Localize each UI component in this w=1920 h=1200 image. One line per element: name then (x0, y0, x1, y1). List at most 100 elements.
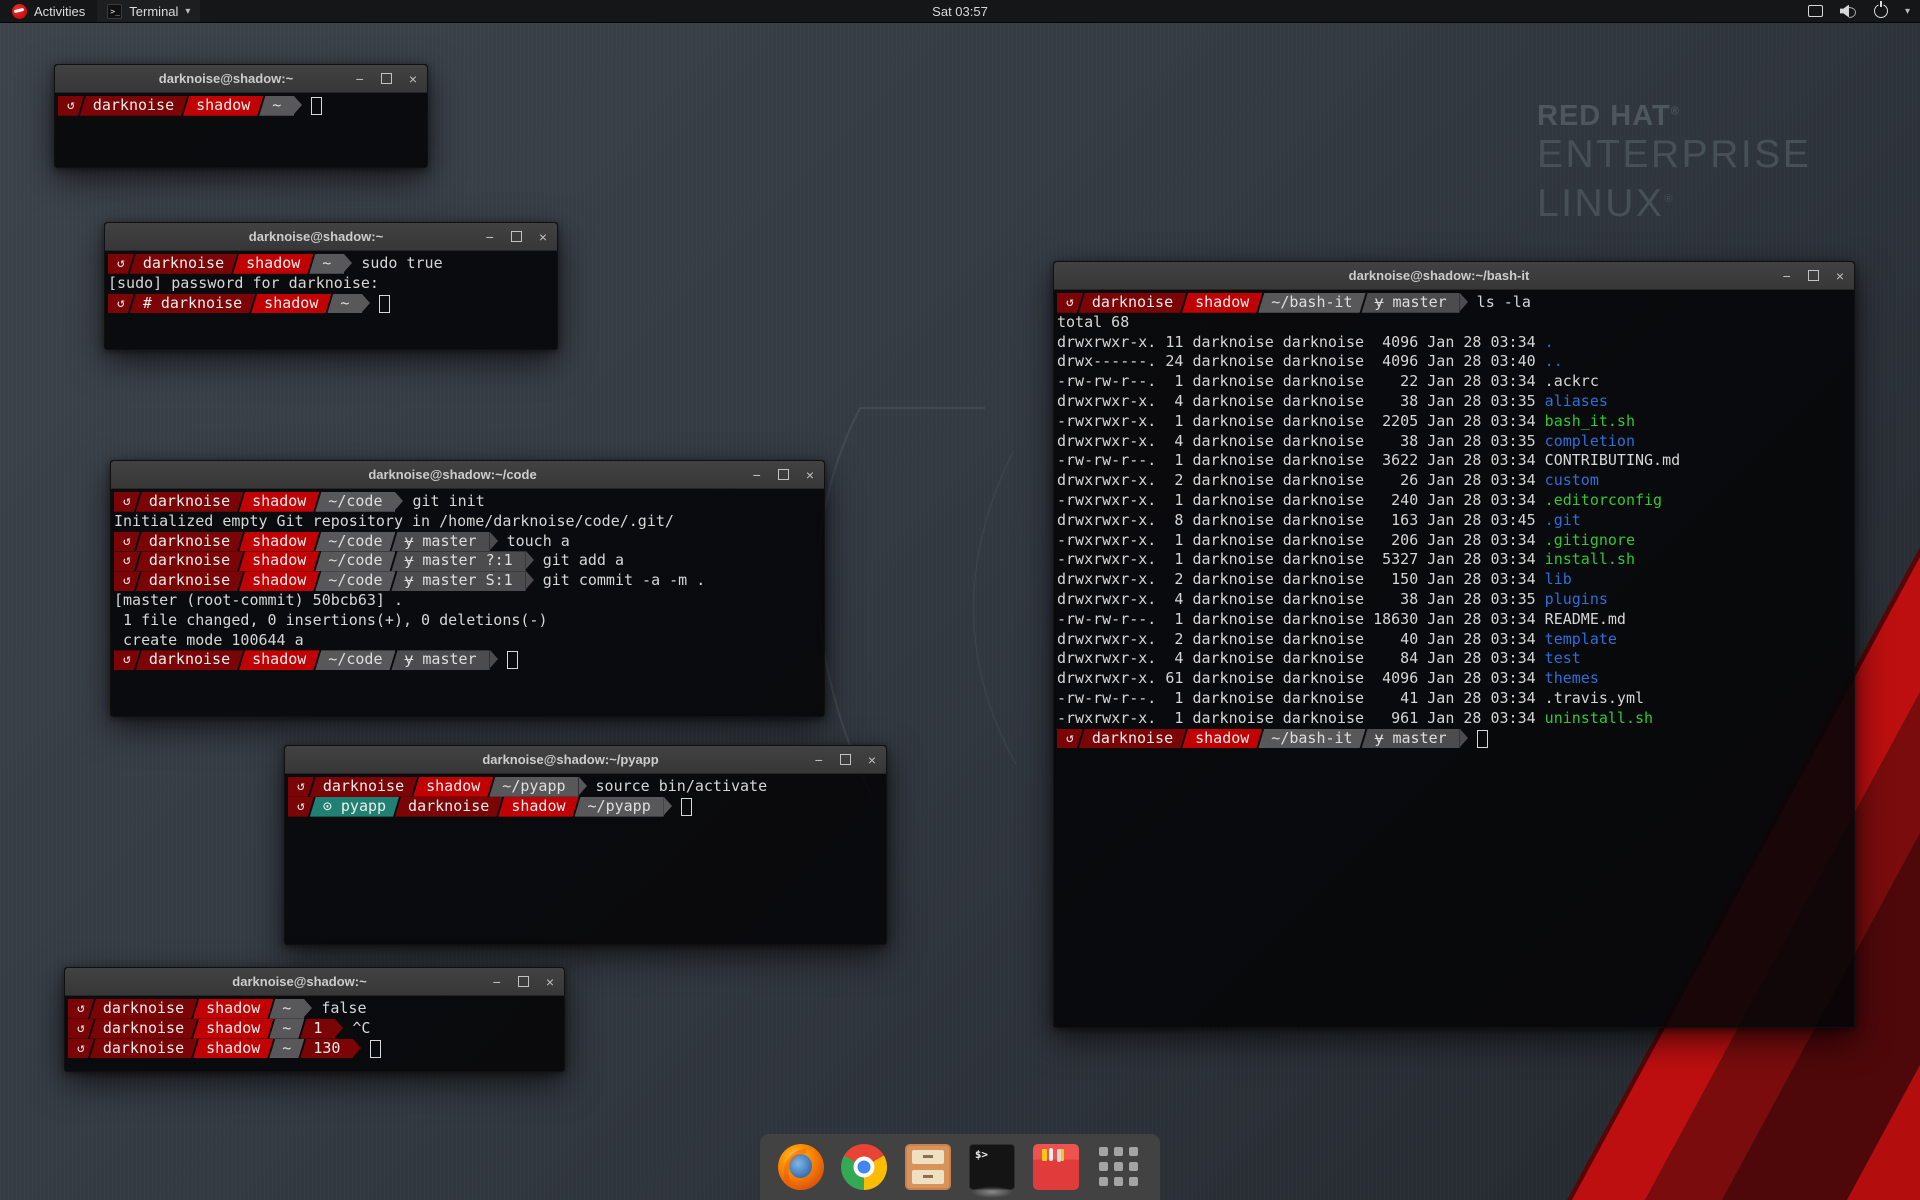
output-text: -rwxrwxr-x. 1 darknoise darknoise 206 Ja… (1057, 531, 1545, 549)
app-menu-terminal[interactable]: >_ Terminal ▾ (97, 0, 200, 22)
close-button[interactable]: × (868, 753, 876, 767)
minimize-button[interactable]: − (1783, 269, 1791, 283)
command-text: ls -la (1477, 293, 1531, 311)
prompt-segment-venv: ⊙ pyapp (310, 797, 399, 817)
terminal-line: -rwxrwxr-x. 1 darknoise darknoise 206 Ja… (1057, 531, 1850, 551)
powerline-arrow (490, 532, 498, 550)
terminal-line: -rw-rw-r--. 1 darknoise darknoise 22 Jan… (1057, 372, 1850, 392)
minimize-button[interactable]: − (753, 468, 761, 482)
prompt-segment-path: ~/code (315, 571, 395, 591)
powerline-arrow (526, 551, 534, 569)
output-text: drwxrwxr-x. 2 darknoise darknoise 150 Ja… (1057, 570, 1545, 588)
prompt-segment-host: shadow (498, 797, 578, 817)
window-terminal-bash-it[interactable]: darknoise@shadow:~/bash-it − × ↺darknois… (1053, 261, 1855, 1028)
window-terminal-pyapp[interactable]: darknoise@shadow:~/pyapp − × ↺darknoises… (284, 745, 887, 945)
file-manager-icon (905, 1144, 951, 1190)
window-terminal-home-1[interactable]: darknoise@shadow:~ − × ↺darknoiseshadow~ (54, 64, 428, 168)
window-title: darknoise@shadow:~ (115, 65, 337, 92)
terminal-content[interactable]: ↺darknoiseshadow~ (55, 93, 427, 116)
prompt-segment-user: darknoise (90, 1039, 197, 1059)
title-bar[interactable]: darknoise@shadow:~/pyapp − × (285, 746, 886, 774)
filename-dir: aliases (1545, 392, 1608, 410)
output-text: -rwxrwxr-x. 1 darknoise darknoise 240 Ja… (1057, 491, 1545, 509)
close-button[interactable]: × (546, 975, 554, 989)
minimize-button[interactable]: − (356, 72, 364, 86)
window-terminal-sudo[interactable]: darknoise@shadow:~ − × ↺darknoiseshadow~… (104, 222, 558, 350)
prompt-segment-path: ~/code (315, 551, 395, 571)
terminal-content[interactable]: ↺darknoiseshadow~/bash-itɏ masterls -lat… (1054, 290, 1854, 748)
dock-item-firefox[interactable] (778, 1144, 824, 1190)
activities-button[interactable]: Activities (0, 0, 97, 22)
wallpaper-arc (818, 408, 985, 802)
terminal-line: drwxrwxr-x. 2 darknoise darknoise 40 Jan… (1057, 630, 1850, 650)
maximize-button[interactable] (778, 469, 789, 480)
window-terminal-code[interactable]: darknoise@shadow:~/code − × ↺ darknoise sh… (110, 460, 825, 717)
maximize-button[interactable] (840, 754, 851, 765)
window-title: darknoise@shadow:~/code (171, 461, 734, 488)
screen-icon[interactable] (1808, 5, 1823, 17)
running-app-glow (971, 1186, 1013, 1198)
system-status-area[interactable]: ▾ (1808, 0, 1920, 22)
registered-mark: ® (1671, 105, 1680, 117)
terminal-content[interactable]: ↺darknoiseshadow~/pyappsource bin/activa… (285, 774, 886, 817)
title-bar[interactable]: darknoise@shadow:~/bash-it − × (1054, 262, 1854, 290)
maximize-button[interactable] (511, 231, 522, 242)
terminal-content[interactable]: ↺darknoiseshadow~sudo true[sudo] passwor… (105, 251, 557, 313)
window-terminal-home-2[interactable]: darknoise@shadow:~ − × ↺darknoiseshadow~… (64, 967, 565, 1072)
volume-icon[interactable] (1840, 5, 1857, 18)
terminal-line: -rwxrwxr-x. 1 darknoise darknoise 240 Ja… (1057, 491, 1850, 511)
filename-dir: themes (1545, 669, 1599, 687)
output-text: create mode 100644 a (114, 631, 304, 649)
output-text: [sudo] password for darknoise: (108, 274, 379, 292)
clock[interactable]: Sat 03:57 (0, 4, 1920, 19)
filename-dir: .. (1545, 352, 1563, 370)
close-button[interactable]: × (1836, 269, 1844, 283)
dock-item-terminal[interactable] (969, 1144, 1015, 1190)
title-bar[interactable]: darknoise@shadow:~ − × (65, 968, 564, 996)
prompt-segment-host: shadow (233, 254, 313, 274)
close-button[interactable]: × (539, 230, 547, 244)
filename-dir: completion (1545, 432, 1635, 450)
prompt-icon: ↺ (1057, 293, 1083, 313)
powerline-arrow (1460, 293, 1468, 311)
output-text: drwx------. 24 darknoise darknoise 4096 … (1057, 352, 1545, 370)
dock-item-app-grid[interactable] (1096, 1144, 1142, 1190)
prompt-icon: ↺ (114, 492, 140, 512)
minimize-button[interactable]: − (486, 230, 494, 244)
terminal-line: [master (root-commit) 50bcb63] . (114, 591, 820, 611)
terminal-content[interactable]: ↺darknoiseshadow~/codegit initInitialize… (111, 489, 824, 670)
prompt-segment-host: shadow (193, 999, 273, 1019)
prompt-segment-user: darknoise (136, 532, 243, 552)
prompt-icon: ↺ (68, 999, 94, 1019)
redhat-icon (12, 4, 27, 19)
filename-exec: bash_it.sh (1545, 412, 1635, 430)
prompt-segment-host: shadow (239, 650, 319, 670)
terminal-content[interactable]: ↺darknoiseshadow~false↺darknoiseshadow~1… (65, 996, 564, 1058)
prompt-icon: ↺ (58, 96, 84, 116)
chevron-down-icon[interactable]: ▾ (1905, 6, 1910, 17)
maximize-button[interactable] (1808, 270, 1819, 281)
maximize-button[interactable] (381, 73, 392, 84)
prompt-segment-path: ~ (327, 294, 362, 314)
output-text: drwxrwxr-x. 2 darknoise darknoise 40 Jan… (1057, 630, 1545, 648)
command-text: ^C (352, 1019, 370, 1037)
minimize-button[interactable]: − (815, 753, 823, 767)
prompt-segment-path: ~/bash-it (1258, 293, 1365, 313)
terminal-cursor (370, 1040, 381, 1058)
dock-item-files[interactable] (905, 1144, 951, 1190)
prompt-segment-exit: 1 (300, 1019, 335, 1039)
powerline-arrow (490, 650, 498, 668)
prompt-segment-user: darknoise (130, 254, 237, 274)
title-bar[interactable]: darknoise@shadow:~ − × (105, 223, 557, 251)
dock-item-chrome[interactable] (841, 1144, 887, 1190)
close-button[interactable]: × (806, 468, 814, 482)
title-bar[interactable]: darknoise@shadow:~ − × (55, 65, 427, 93)
title-bar[interactable]: darknoise@shadow:~/code − × (111, 461, 824, 489)
close-button[interactable]: × (409, 72, 417, 86)
maximize-button[interactable] (518, 976, 529, 987)
rhel-logo-enterprise: ENTERPRISE (1537, 133, 1811, 177)
power-icon[interactable] (1874, 4, 1888, 18)
red-stripe (1847, 1065, 1920, 1200)
minimize-button[interactable]: − (493, 975, 501, 989)
dock-item-toolbox[interactable] (1033, 1144, 1079, 1190)
